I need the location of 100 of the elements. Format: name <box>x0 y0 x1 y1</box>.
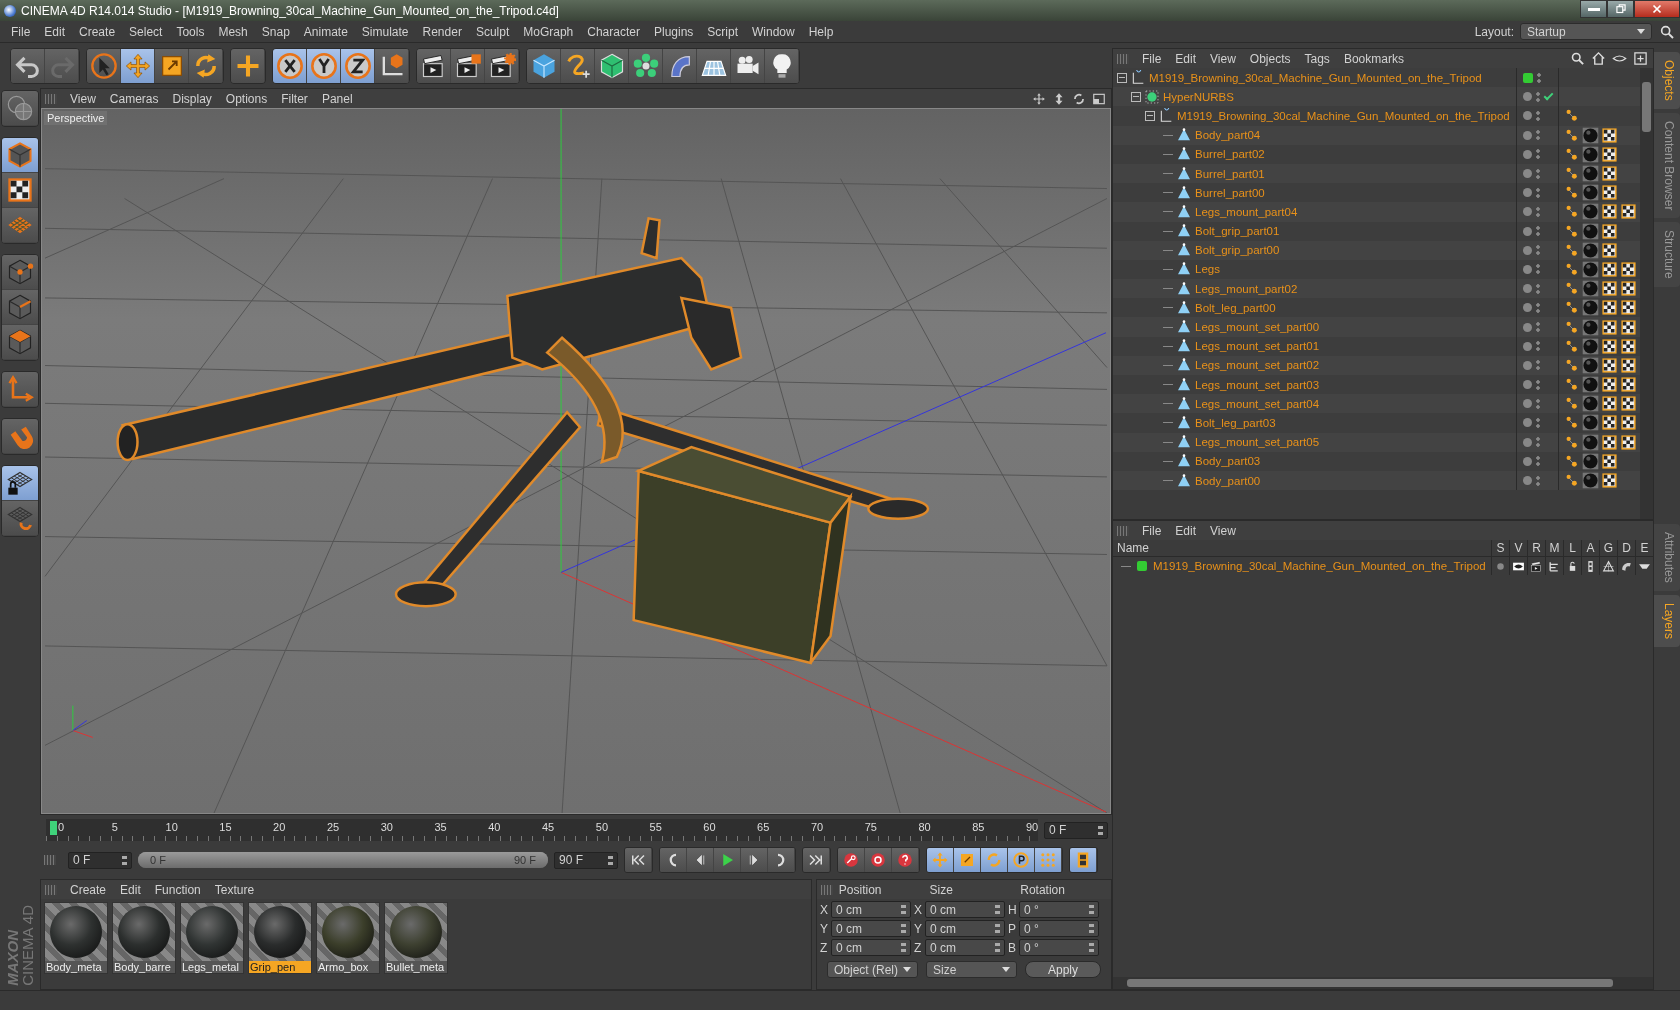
layout-dropdown[interactable]: Startup <box>1520 23 1652 40</box>
menu-item[interactable]: Cameras <box>102 91 166 106</box>
panel-tab[interactable]: Objects <box>1654 52 1680 109</box>
coordinate-mode-dropdown[interactable]: Object (Rel) <box>827 961 918 978</box>
menu-item[interactable]: Bookmarks <box>1336 51 1411 66</box>
menu-item[interactable]: Filter <box>274 91 315 106</box>
tree-row[interactable]: Legs_mount_set_part04 <box>1113 394 1640 414</box>
timeline-ruler[interactable]: 0 5 10 15 20 25 30 35 40 45 50 55 60 65 70 75 80 85 90 <box>46 819 1038 841</box>
menu-item[interactable]: View <box>63 91 103 106</box>
menu-item[interactable]: Help <box>801 24 841 39</box>
menu-item[interactable]: File <box>4 24 38 39</box>
tree-row[interactable]: Burrel_part01 <box>1113 163 1640 184</box>
value-field[interactable]: 0 cm <box>831 939 911 956</box>
material-swatch[interactable]: Grip_pen <box>248 902 312 974</box>
end-frame-field[interactable]: 90 F <box>554 851 618 869</box>
object-name[interactable]: Burrel_part00 <box>1195 186 1265 199</box>
menu-item[interactable]: Animate <box>296 24 355 39</box>
object-name[interactable]: Legs_mount_set_part01 <box>1195 340 1320 353</box>
object-name[interactable]: M1919_Browning_30cal_Machine_Gun_Mounted_on_the_Tripod <box>1177 109 1510 122</box>
panel-tab[interactable]: Layers <box>1654 594 1680 647</box>
tree-row[interactable]: Legs_mount_set_part00 <box>1113 317 1640 337</box>
menu-item[interactable]: Objects <box>1242 51 1298 66</box>
object-name[interactable]: Legs_mount_set_part02 <box>1195 359 1320 372</box>
panel-tab[interactable]: Structure <box>1654 222 1680 287</box>
menu-item[interactable]: Edit <box>1168 523 1204 538</box>
object-name[interactable]: Bolt_grip_part00 <box>1195 244 1280 257</box>
menu-item[interactable]: File <box>1135 523 1169 538</box>
menu-item[interactable]: Select <box>122 24 170 39</box>
menu-item[interactable]: Tags <box>1297 51 1337 66</box>
value-field[interactable]: 0 ° <box>1019 920 1099 937</box>
material-swatch[interactable]: Body_barre <box>112 902 176 974</box>
object-name[interactable]: M1919_Browning_30cal_Machine_Gun_Mounted_on_the_Tripod <box>1149 71 1482 84</box>
object-name[interactable]: HyperNURBS <box>1163 90 1234 103</box>
value-field[interactable]: 0 cm <box>925 920 1005 937</box>
tree-row[interactable]: Legs_mount_set_part05 <box>1113 432 1640 452</box>
menu-item[interactable]: Mesh <box>211 24 255 39</box>
object-name[interactable]: Legs <box>1195 263 1220 276</box>
size-mode-dropdown[interactable]: Size <box>926 961 1018 978</box>
material-swatch[interactable]: Bullet_meta <box>384 902 448 974</box>
object-name[interactable]: Bolt_leg_part03 <box>1195 416 1276 429</box>
object-name[interactable]: Bolt_grip_part01 <box>1195 225 1280 238</box>
object-name[interactable]: Body_part00 <box>1195 474 1261 487</box>
current-frame-field[interactable]: 0 F <box>1044 821 1108 839</box>
layer-name[interactable]: M1919_Browning_30cal_Machine_Gun_Mounted_on_the_Tripod <box>1153 560 1486 572</box>
menu-item[interactable]: Simulate <box>354 24 416 39</box>
object-name[interactable]: Body_part04 <box>1195 129 1261 142</box>
material-swatch[interactable]: Legs_metal <box>180 902 244 974</box>
viewport-canvas[interactable]: Perspective <box>41 108 1111 814</box>
value-field[interactable]: 0 cm <box>831 901 911 918</box>
panel-tab[interactable]: Attributes <box>1654 524 1680 591</box>
value-field[interactable]: 0 cm <box>831 920 911 937</box>
menu-item[interactable]: Edit <box>113 882 148 897</box>
menu-item[interactable]: Snap <box>254 24 297 39</box>
object-name[interactable]: Legs_mount_set_part04 <box>1195 397 1320 410</box>
tree-row[interactable]: HyperNURBS <box>1113 87 1640 107</box>
menu-item[interactable]: Options <box>218 91 275 106</box>
panel-tab[interactable]: Content Browser <box>1654 112 1680 219</box>
object-name[interactable]: Legs_mount_part04 <box>1195 205 1298 218</box>
material-swatch[interactable]: Armo_box <box>316 902 380 974</box>
menu-item[interactable]: Tools <box>169 24 212 39</box>
menu-item[interactable]: Character <box>580 24 647 39</box>
apply-button[interactable]: Apply <box>1025 961 1101 978</box>
start-frame-field[interactable]: 0 F <box>68 851 132 869</box>
frame-range-slider[interactable]: 0 F 90 F <box>138 852 548 868</box>
menu-item[interactable]: Edit <box>37 24 73 39</box>
menu-item[interactable]: Script <box>700 24 745 39</box>
object-name[interactable]: Bolt_leg_part00 <box>1195 301 1276 314</box>
menu-item[interactable]: Sculpt <box>468 24 517 39</box>
menu-item[interactable]: Window <box>745 24 802 39</box>
menu-item[interactable]: MoGraph <box>516 24 581 39</box>
menu-item[interactable]: Panel <box>314 91 360 106</box>
menu-item[interactable]: Render <box>415 24 469 39</box>
menu-item[interactable]: Function <box>147 882 208 897</box>
value-field[interactable]: 0 cm <box>925 901 1005 918</box>
menu-item[interactable]: Create <box>72 24 123 39</box>
value-field[interactable]: 0 cm <box>925 939 1005 956</box>
tree-row[interactable]: Legs_mount_set_part02 <box>1113 355 1640 375</box>
tree-row[interactable]: Body_part04 <box>1113 125 1640 145</box>
menu-item[interactable]: View <box>1203 51 1243 66</box>
tree-row[interactable]: Bolt_grip_part00 <box>1113 240 1640 260</box>
object-name[interactable]: Legs_mount_set_part05 <box>1195 436 1320 449</box>
menu-item[interactable]: Plugins <box>646 24 701 39</box>
tree-row[interactable]: Legs_mount_part02 <box>1113 279 1640 299</box>
object-name[interactable]: Body_part03 <box>1195 455 1261 468</box>
menu-item[interactable]: File <box>1135 51 1169 66</box>
object-name[interactable]: Burrel_part01 <box>1195 167 1265 180</box>
tree-row[interactable]: Body_part00 <box>1113 470 1640 491</box>
menu-item[interactable]: Edit <box>1168 51 1204 66</box>
value-field[interactable]: 0 ° <box>1019 939 1099 956</box>
object-name[interactable]: Legs_mount_set_part00 <box>1195 321 1320 334</box>
value-field[interactable]: 0 ° <box>1019 901 1099 918</box>
tree-row[interactable]: Legs_mount_part04 <box>1113 202 1640 222</box>
menu-item[interactable]: Texture <box>207 882 262 897</box>
object-name[interactable]: Burrel_part02 <box>1195 148 1265 161</box>
menu-item[interactable]: View <box>1203 523 1243 538</box>
menu-item[interactable]: Display <box>165 91 219 106</box>
material-swatch[interactable]: Body_meta <box>44 902 108 974</box>
object-name[interactable]: Legs_mount_part02 <box>1195 282 1298 295</box>
object-name[interactable]: Legs_mount_set_part03 <box>1195 378 1320 391</box>
menu-item[interactable]: Create <box>63 882 114 897</box>
